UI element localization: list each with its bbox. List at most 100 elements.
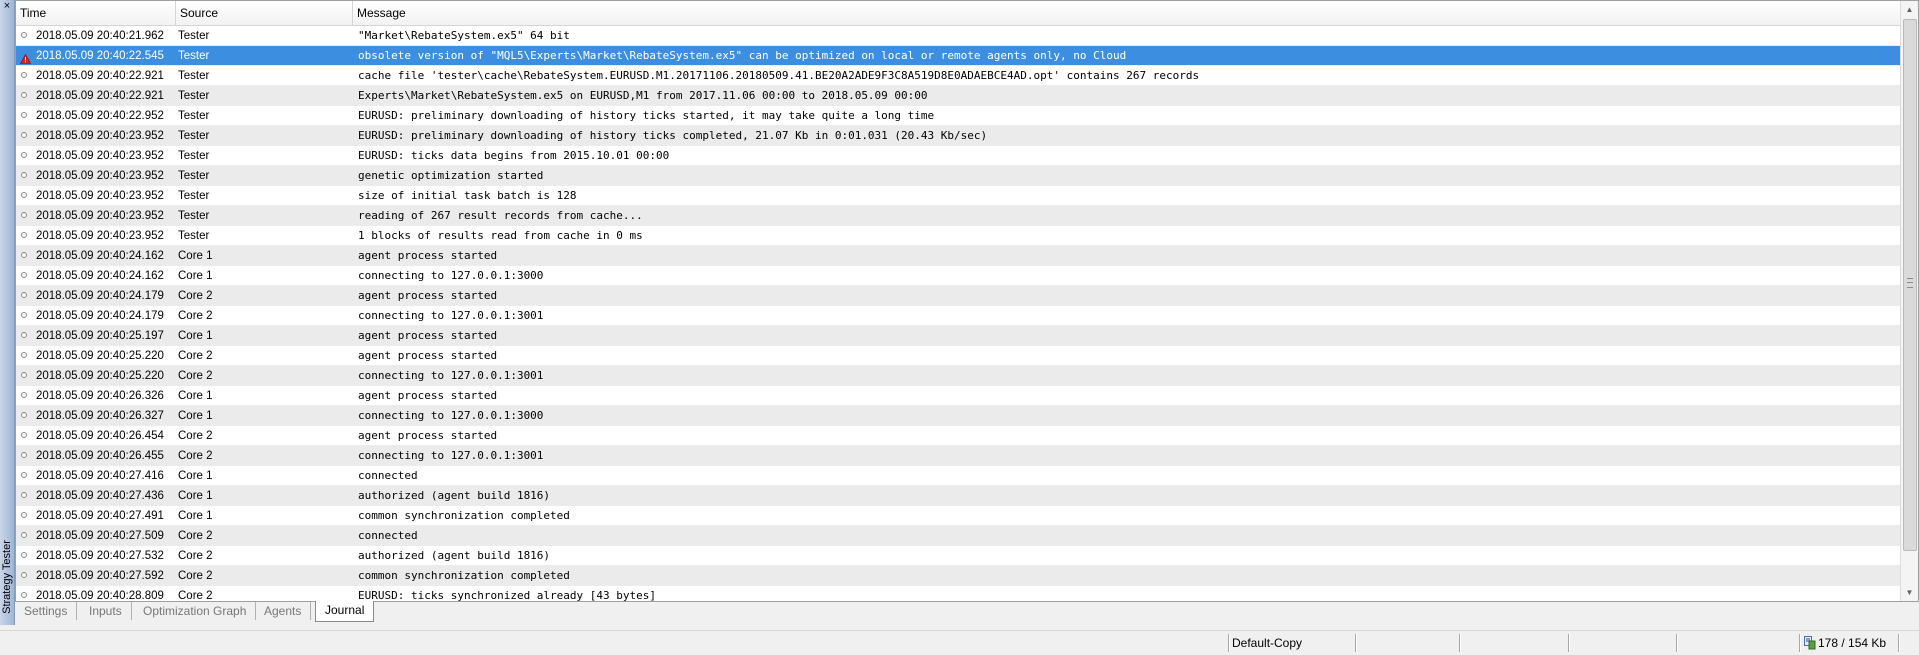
time-cell: 2018.05.09 20:40:22.545 — [36, 50, 164, 62]
info-icon — [21, 592, 27, 598]
source-cell: Core 1 — [178, 510, 213, 522]
table-row[interactable]: 2018.05.09 20:40:27.436 Core 1 authorized … — [16, 486, 1901, 506]
message-cell: genetic optimization started — [358, 169, 544, 182]
time-cell: 2018.05.09 20:40:27.436 — [36, 490, 164, 502]
table-row[interactable]: 2018.05.09 20:40:22.952 Tester EURUSD: pre… — [16, 106, 1901, 126]
info-icon — [21, 72, 27, 78]
table-row[interactable]: 2018.05.09 20:40:22.921 Tester cache file … — [16, 66, 1901, 86]
message-cell: "Market\RebateSystem.ex5" 64 bit — [358, 29, 570, 42]
source-cell: Core 1 — [178, 410, 213, 422]
table-row[interactable]: 2018.05.09 20:40:23.952 Tester 1 blocks of… — [16, 226, 1901, 246]
table-row[interactable]: 2018.05.09 20:40:21.962 Tester "Market\Reb… — [16, 26, 1901, 46]
table-row[interactable]: 2018.05.09 20:40:23.952 Tester reading of … — [16, 206, 1901, 226]
message-cell: connecting to 127.0.0.1:3001 — [358, 449, 544, 462]
message-cell: EURUSD: ticks synchronized already [43 b… — [358, 589, 657, 602]
journal-rows: 2018.05.09 20:40:21.962 Tester "Market\Reb… — [16, 26, 1901, 602]
time-cell: 2018.05.09 20:40:23.952 — [36, 210, 164, 222]
table-row[interactable]: 2018.05.09 20:40:22.921 Tester Experts\Mar… — [16, 86, 1901, 106]
table-row[interactable]: 2018.05.09 20:40:28.809 Core 2 EURUSD: tic… — [16, 586, 1901, 602]
table-row[interactable]: 2018.05.09 20:40:26.327 Core 1 connecting … — [16, 406, 1901, 426]
table-row[interactable]: 2018.05.09 20:40:24.162 Core 1 connecting … — [16, 266, 1901, 286]
time-cell: 2018.05.09 20:40:26.327 — [36, 410, 164, 422]
table-row[interactable]: 2018.05.09 20:40:26.455 Core 2 connecting … — [16, 446, 1901, 466]
time-cell: 2018.05.09 20:40:21.962 — [36, 30, 164, 42]
message-cell: agent process started — [358, 289, 498, 302]
source-cell: Core 2 — [178, 450, 213, 462]
source-cell: Core 2 — [178, 550, 213, 562]
tab-optimization-graph[interactable]: Optimization Graph — [134, 602, 257, 620]
column-header-time[interactable]: Time — [16, 1, 176, 25]
table-row[interactable]: 2018.05.09 20:40:26.326 Core 1 agent proce… — [16, 386, 1901, 406]
source-cell: Core 2 — [178, 570, 213, 582]
source-cell: Core 2 — [178, 370, 213, 382]
tab-journal[interactable]: Journal — [315, 601, 375, 622]
warning-icon — [19, 50, 32, 64]
table-row[interactable]: 2018.05.09 20:40:24.162 Core 1 agent proce… — [16, 246, 1901, 266]
scroll-up-icon[interactable]: ▲ — [1901, 1, 1918, 18]
scrollbar-thumb[interactable] — [1903, 19, 1917, 551]
message-cell: Experts\Market\RebateSystem.ex5 on EURUS… — [358, 89, 928, 102]
message-cell: connected — [358, 469, 418, 482]
message-cell: agent process started — [358, 329, 498, 342]
message-cell: obsolete version of "MQL5\Experts\Market… — [358, 49, 1127, 62]
message-cell: cache file 'tester\cache\RebateSystem.EU… — [358, 69, 1200, 82]
time-cell: 2018.05.09 20:40:22.952 — [36, 110, 164, 122]
grip-icon — [1907, 278, 1913, 288]
table-row[interactable]: 2018.05.09 20:40:23.952 Tester genetic opt… — [16, 166, 1901, 186]
source-cell: Tester — [178, 30, 210, 42]
message-cell: connecting to 127.0.0.1:3000 — [358, 409, 544, 422]
table-row[interactable]: 2018.05.09 20:40:25.220 Core 2 connecting … — [16, 366, 1901, 386]
status-separator — [1568, 634, 1570, 652]
table-row[interactable]: 2018.05.09 20:40:27.491 Core 1 common sync… — [16, 506, 1901, 526]
source-cell: Core 1 — [178, 390, 213, 402]
message-cell: connected — [358, 529, 418, 542]
info-icon — [21, 452, 27, 458]
message-cell: authorized (agent build 1816) — [358, 489, 551, 502]
table-row[interactable]: 2018.05.09 20:40:27.509 Core 2 connected — [16, 526, 1901, 546]
source-cell: Tester — [178, 90, 210, 102]
table-row[interactable]: 2018.05.09 20:40:23.952 Tester EURUSD: tic… — [16, 146, 1901, 166]
source-cell: Core 1 — [178, 470, 213, 482]
info-icon — [21, 432, 27, 438]
tab-inputs[interactable]: Inputs — [80, 602, 132, 620]
scroll-down-icon[interactable]: ▼ — [1901, 584, 1918, 601]
tab-settings[interactable]: Settings — [15, 602, 78, 620]
info-icon — [21, 312, 27, 318]
column-header-message[interactable]: Message — [353, 1, 1901, 25]
table-row[interactable]: 2018.05.09 20:40:23.952 Tester EURUSD: pre… — [16, 126, 1901, 146]
table-row[interactable]: 2018.05.09 20:40:23.952 Tester size of ini… — [16, 186, 1901, 206]
info-icon — [21, 132, 27, 138]
time-cell: 2018.05.09 20:40:22.921 — [36, 70, 164, 82]
table-row[interactable]: 2018.05.09 20:40:27.592 Core 2 common sync… — [16, 566, 1901, 586]
close-icon[interactable]: × — [1, 0, 13, 12]
table-row[interactable]: 2018.05.09 20:40:24.179 Core 2 agent proce… — [16, 286, 1901, 306]
panel-title: Strategy Tester — [1, 540, 13, 614]
info-icon — [21, 512, 27, 518]
source-cell: Tester — [178, 70, 210, 82]
status-separator — [1799, 634, 1801, 652]
message-cell: authorized (agent build 1816) — [358, 549, 551, 562]
table-row[interactable]: 2018.05.09 20:40:27.416 Core 1 connected — [16, 466, 1901, 486]
source-cell: Core 2 — [178, 590, 213, 602]
vertical-scrollbar[interactable]: ▲ ▼ — [1900, 1, 1918, 601]
time-cell: 2018.05.09 20:40:25.197 — [36, 330, 164, 342]
tab-agents[interactable]: Agents — [255, 602, 312, 620]
info-icon — [21, 352, 27, 358]
table-row[interactable]: 2018.05.09 20:40:25.197 Core 1 agent proce… — [16, 326, 1901, 346]
source-cell: Core 2 — [178, 350, 213, 362]
status-separator — [1676, 634, 1678, 652]
table-row[interactable]: 2018.05.09 20:40:25.220 Core 2 agent proce… — [16, 346, 1901, 366]
source-cell: Tester — [178, 210, 210, 222]
time-cell: 2018.05.09 20:40:23.952 — [36, 230, 164, 242]
table-row[interactable]: 2018.05.09 20:40:24.179 Core 2 connecting … — [16, 306, 1901, 326]
source-cell: Core 1 — [178, 250, 213, 262]
info-icon — [21, 192, 27, 198]
message-cell: agent process started — [358, 249, 498, 262]
time-cell: 2018.05.09 20:40:23.952 — [36, 150, 164, 162]
table-row[interactable]: 2018.05.09 20:40:26.454 Core 2 agent proce… — [16, 426, 1901, 446]
time-cell: 2018.05.09 20:40:24.162 — [36, 270, 164, 282]
info-icon — [21, 272, 27, 278]
table-row-selected[interactable]: 2018.05.09 20:40:22.545 Tester obsolete ve… — [16, 46, 1901, 66]
column-header-source[interactable]: Source — [176, 1, 353, 25]
table-row[interactable]: 2018.05.09 20:40:27.532 Core 2 authorized … — [16, 546, 1901, 566]
